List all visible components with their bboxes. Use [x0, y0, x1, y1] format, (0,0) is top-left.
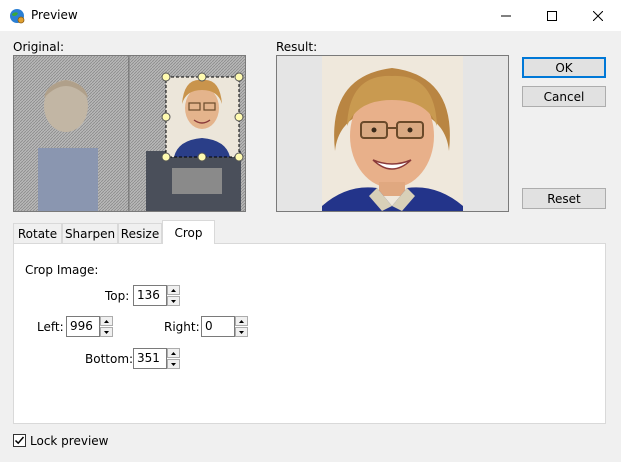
reset-button[interactable]: Reset: [522, 188, 606, 209]
cancel-button[interactable]: Cancel: [522, 86, 606, 107]
window-title: Preview: [31, 8, 78, 22]
bottom-stepper: [167, 348, 180, 369]
app-globe-icon: [10, 9, 25, 24]
right-label: Right:: [164, 320, 200, 334]
left-label: Left:: [37, 320, 64, 334]
bottom-decrement-button[interactable]: [167, 359, 180, 369]
arrow-up-icon: [171, 288, 176, 292]
arrow-up-icon: [171, 351, 176, 355]
lock-preview-label[interactable]: Lock preview: [30, 434, 108, 448]
lock-preview-checkbox[interactable]: [13, 434, 26, 447]
top-increment-button[interactable]: [167, 285, 180, 295]
original-label: Original:: [13, 40, 64, 54]
arrow-down-icon: [239, 330, 244, 334]
result-image: [277, 56, 508, 211]
right-stepper: [235, 316, 248, 337]
original-image: [14, 56, 245, 211]
minimize-icon: [501, 15, 511, 16]
right-decrement-button[interactable]: [235, 327, 248, 337]
checkmark-icon: [14, 436, 25, 445]
result-label: Result:: [276, 40, 318, 54]
left-field[interactable]: 996: [66, 316, 100, 337]
top-label: Top:: [105, 289, 130, 303]
ok-button[interactable]: OK: [522, 57, 606, 78]
tab-sharpen[interactable]: Sharpen: [62, 223, 118, 243]
crop-heading: Crop Image:: [25, 263, 99, 277]
arrow-down-icon: [171, 299, 176, 303]
arrow-up-icon: [104, 319, 109, 323]
arrow-down-icon: [171, 362, 176, 366]
tab-rotate[interactable]: Rotate: [13, 223, 62, 243]
right-field[interactable]: 0: [201, 316, 235, 337]
right-increment-button[interactable]: [235, 316, 248, 326]
close-button[interactable]: [575, 0, 621, 31]
top-stepper: [167, 285, 180, 306]
arrow-up-icon: [239, 319, 244, 323]
top-field[interactable]: 136: [133, 285, 167, 306]
bottom-field[interactable]: 351: [133, 348, 167, 369]
close-icon: [593, 10, 603, 21]
maximize-button[interactable]: [529, 0, 575, 31]
top-decrement-button[interactable]: [167, 296, 180, 306]
arrow-down-icon: [104, 330, 109, 334]
bottom-increment-button[interactable]: [167, 348, 180, 358]
minimize-button[interactable]: [483, 0, 529, 31]
title-bar: Preview: [0, 0, 621, 31]
result-preview: [276, 55, 509, 212]
bottom-label: Bottom:: [85, 352, 134, 366]
maximize-icon: [547, 10, 557, 21]
original-preview[interactable]: [13, 55, 246, 212]
tab-resize[interactable]: Resize: [118, 223, 162, 243]
left-increment-button[interactable]: [100, 316, 113, 326]
tab-crop[interactable]: Crop: [162, 220, 215, 244]
left-decrement-button[interactable]: [100, 327, 113, 337]
left-stepper: [100, 316, 113, 337]
